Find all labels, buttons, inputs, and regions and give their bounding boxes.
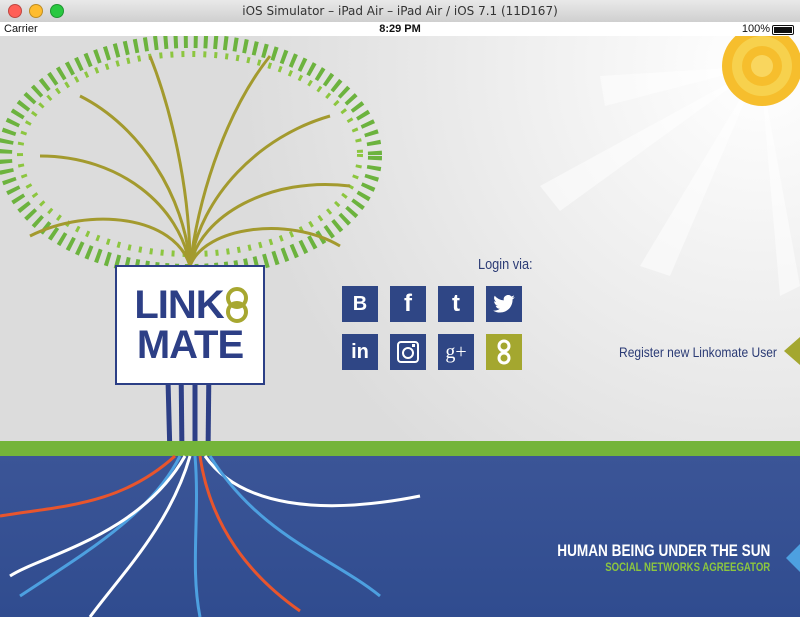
linkedin-icon: in (351, 340, 369, 363)
tumblr-login-button[interactable]: t (438, 286, 474, 322)
ios-status-bar: Carrier 8:29 PM 100% (0, 22, 800, 36)
login-via-label: Login via: (478, 256, 533, 273)
tagline-main: HUMAN BEING UNDER THE SUN (556, 541, 770, 560)
window-controls (8, 4, 64, 18)
logo-line-1: LINK (134, 283, 248, 327)
simulator-titlebar: iOS Simulator – iPad Air – iPad Air / iO… (0, 0, 800, 23)
linkomate-logo: LINK MATE (115, 265, 265, 385)
linkomate-link-icon (497, 339, 511, 365)
linkomate-login-button[interactable] (486, 334, 522, 370)
close-window-button[interactable] (8, 4, 22, 18)
battery-icon (772, 25, 794, 35)
tagline-arrow-icon[interactable] (786, 544, 800, 572)
app-canvas: LINK MATE Login via: B f t in g+ Registe… (0, 36, 800, 617)
twitter-login-button[interactable] (486, 286, 522, 322)
linkedin-login-button[interactable]: in (342, 334, 378, 370)
facebook-icon: f (404, 290, 412, 317)
logo-line-2: MATE (136, 323, 244, 367)
tagline-sub: SOCIAL NETWORKS AGREEGATOR (605, 560, 770, 574)
blogger-icon: B (352, 292, 368, 315)
link-ring-icon (225, 287, 248, 323)
tumblr-icon: t (452, 290, 460, 317)
maximize-window-button[interactable] (50, 4, 64, 18)
register-arrow-icon[interactable] (784, 337, 800, 365)
blogger-login-button[interactable]: B (342, 286, 378, 322)
window-title: iOS Simulator – iPad Air – iPad Air / iO… (242, 4, 558, 18)
twitter-bird-icon (493, 295, 515, 313)
register-link[interactable]: Register new Linkomate User (619, 344, 777, 360)
facebook-login-button[interactable]: f (390, 286, 426, 322)
instagram-camera-icon (397, 341, 419, 363)
google-plus-icon: g+ (445, 340, 467, 363)
instagram-login-button[interactable] (390, 334, 426, 370)
google-plus-login-button[interactable]: g+ (438, 334, 474, 370)
logo-text-mate: MATE (136, 323, 244, 367)
battery-percent: 100% (741, 23, 770, 35)
logo-text-link: LINK (134, 283, 224, 327)
clock: 8:29 PM (379, 23, 421, 35)
minimize-window-button[interactable] (29, 4, 43, 18)
